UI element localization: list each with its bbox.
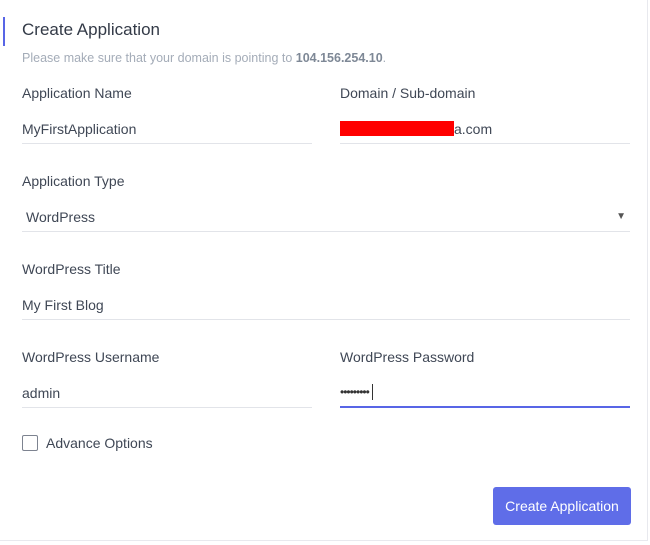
domain-hint: Please make sure that your domain is poi… (22, 51, 386, 65)
advance-options-checkbox[interactable] (22, 435, 38, 451)
wordpress-title-value: My First Blog (22, 296, 104, 313)
domain-hint-suffix: . (382, 51, 387, 65)
text-cursor (371, 384, 373, 400)
wordpress-username-value: admin (22, 384, 61, 401)
redacted-domain-block (340, 121, 454, 136)
wordpress-username-label: WordPress Username (22, 349, 160, 365)
wordpress-password-masked: ••••••••• (340, 385, 370, 399)
domain-visible-suffix: a.com (454, 120, 493, 137)
wordpress-title-input[interactable]: My First Blog (22, 290, 630, 320)
application-name-value: MyFirstApplication (22, 120, 137, 137)
create-application-button[interactable]: Create Application (493, 487, 631, 525)
create-application-card: Create Application Please make sure that… (0, 0, 648, 541)
wordpress-password-input[interactable]: ••••••••• (340, 378, 630, 408)
page-title: Create Application (22, 20, 160, 39)
advance-options-label[interactable]: Advance Options (46, 435, 153, 451)
domain-label: Domain / Sub-domain (340, 85, 476, 101)
application-name-input[interactable]: MyFirstApplication (22, 114, 312, 144)
title-accent-bar (3, 17, 5, 46)
wordpress-username-input[interactable]: admin (22, 378, 312, 408)
application-type-value: WordPress (26, 208, 95, 225)
wordpress-password-label: WordPress Password (340, 349, 475, 365)
application-type-select[interactable]: WordPress ▼ (22, 202, 630, 232)
wordpress-title-label: WordPress Title (22, 261, 121, 277)
chevron-down-icon: ▼ (616, 211, 626, 222)
application-name-label: Application Name (22, 85, 132, 101)
application-type-label: Application Type (22, 173, 125, 189)
server-ip-address: 104.156.254.10 (295, 51, 383, 65)
domain-input[interactable]: a.com (340, 114, 630, 144)
domain-hint-prefix: Please make sure that your domain is poi… (22, 51, 296, 65)
